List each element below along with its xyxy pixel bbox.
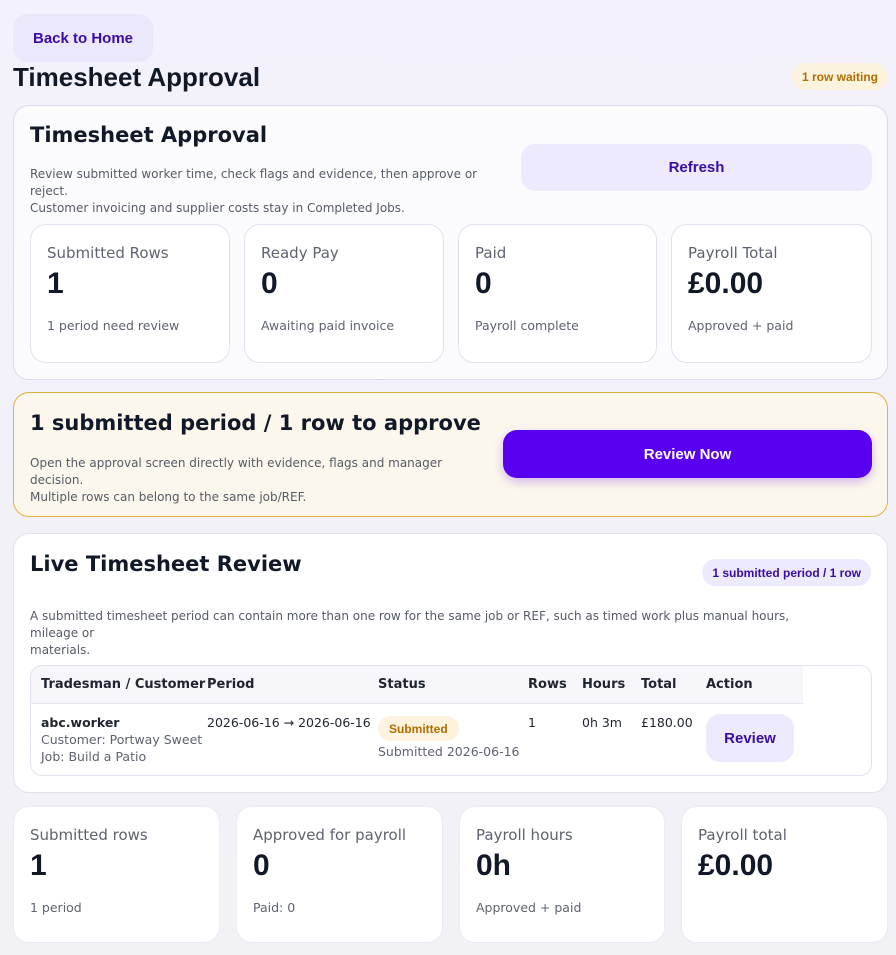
- approval-description: Review submitted worker time, check flag…: [30, 167, 478, 215]
- stat-value: 0: [261, 267, 278, 300]
- column-header-hours: Hours: [582, 677, 626, 692]
- summary-label: Payroll hours: [476, 826, 573, 844]
- stat-label: Payroll Total: [688, 244, 778, 262]
- live-timesheet-review-card: Live Timesheet Review 1 submitted period…: [13, 533, 888, 793]
- review-now-button[interactable]: Review Now: [503, 430, 872, 478]
- column-header-tradesman: Tradesman / Customer: [41, 677, 206, 692]
- hours-value: 0h 3m: [582, 715, 622, 730]
- stat-value: £0.00: [688, 267, 764, 300]
- summary-card-payroll-total: Payroll total £0.00: [681, 806, 888, 943]
- column-header-period: Period: [207, 677, 255, 692]
- summary-value: £0.00: [698, 849, 774, 882]
- alert-title: 1 submitted period / 1 row to approve: [30, 411, 481, 435]
- back-to-home-button[interactable]: Back to Home: [13, 14, 153, 62]
- stat-subtext: Approved + paid: [688, 318, 794, 333]
- stat-card-paid: Paid 0 Payroll complete: [458, 224, 657, 363]
- status-badge: Submitted: [378, 716, 459, 741]
- submitted-period-badge: 1 submitted period / 1 row: [702, 559, 871, 586]
- stat-card-submitted-rows: Submitted Rows 1 1 period need review: [30, 224, 230, 363]
- stat-label: Ready Pay: [261, 244, 339, 262]
- summary-card-approved-for-payroll: Approved for payroll 0 Paid: 0: [236, 806, 443, 943]
- stat-subtext: Awaiting paid invoice: [261, 318, 395, 333]
- summary-subtext: Paid: 0: [253, 900, 296, 915]
- column-header-total: Total: [641, 677, 677, 692]
- table-header: Tradesman / Customer Period Status Rows …: [31, 666, 803, 704]
- summary-card-payroll-hours: Payroll hours 0h Approved + paid: [459, 806, 665, 943]
- stat-label: Paid: [475, 244, 507, 262]
- rows-waiting-badge: 1 row waiting: [791, 63, 888, 90]
- stat-label: Submitted Rows: [47, 244, 169, 262]
- customer-name: Customer: Portway Sweet: [41, 732, 203, 747]
- summary-label: Submitted rows: [30, 826, 148, 844]
- summary-value: 0h: [476, 849, 512, 882]
- period-range: 2026-06-16 → 2026-06-16: [207, 715, 371, 730]
- approval-section-title: Timesheet Approval: [30, 123, 268, 147]
- live-review-title: Live Timesheet Review: [30, 552, 302, 576]
- approval-overview-card: Timesheet Approval Review submitted work…: [13, 105, 888, 380]
- job-name: Job: Build a Patio: [41, 749, 147, 764]
- column-header-action: Action: [706, 677, 753, 692]
- stat-value: 0: [475, 267, 492, 300]
- stat-card-ready-pay: Ready Pay 0 Awaiting paid invoice: [244, 224, 444, 363]
- summary-value: 1: [30, 849, 47, 882]
- summary-card-submitted-rows: Submitted rows 1 1 period: [13, 806, 220, 943]
- worker-name: abc.worker: [41, 715, 120, 730]
- submitted-date: Submitted 2026-06-16: [378, 744, 520, 759]
- stat-subtext: 1 period need review: [47, 318, 180, 333]
- stat-subtext: Payroll complete: [475, 318, 579, 333]
- timesheet-table: Tradesman / Customer Period Status Rows …: [30, 665, 872, 776]
- live-review-description: A submitted timesheet period can contain…: [30, 609, 790, 657]
- page-title: Timesheet Approval: [13, 62, 261, 92]
- summary-label: Payroll total: [698, 826, 787, 844]
- summary-subtext: Approved + paid: [476, 900, 582, 915]
- stat-value: 1: [47, 267, 64, 300]
- summary-value: 0: [253, 849, 270, 882]
- alert-description: Open the approval screen directly with e…: [30, 456, 443, 504]
- pending-approval-alert: 1 submitted period / 1 row to approve Op…: [13, 392, 888, 517]
- refresh-button[interactable]: Refresh: [521, 144, 872, 191]
- row-count: 1: [528, 715, 536, 730]
- summary-subtext: 1 period: [30, 900, 82, 915]
- summary-label: Approved for payroll: [253, 826, 407, 844]
- column-header-status: Status: [378, 677, 426, 692]
- total-value: £180.00: [641, 715, 693, 730]
- review-row-button[interactable]: Review: [706, 714, 794, 762]
- stat-card-payroll-total: Payroll Total £0.00 Approved + paid: [671, 224, 872, 363]
- column-header-rows: Rows: [528, 677, 567, 692]
